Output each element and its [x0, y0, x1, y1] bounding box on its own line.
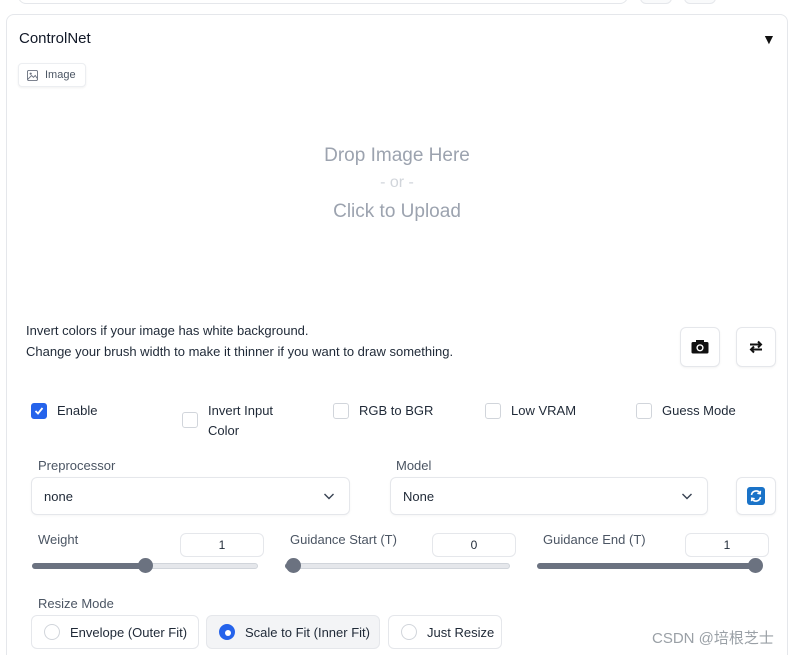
drop-text: Drop Image Here: [324, 145, 470, 166]
enable-checkbox[interactable]: Enable: [31, 401, 97, 421]
swap-button[interactable]: [736, 327, 776, 367]
guess-mode-checkbox[interactable]: Guess Mode: [636, 401, 736, 421]
slider-thumb[interactable]: [286, 558, 301, 573]
guidance-start-label: Guidance Start (T): [290, 532, 397, 547]
resize-option-envelope[interactable]: Envelope (Outer Fit): [31, 615, 199, 649]
radio-icon[interactable]: [401, 624, 417, 640]
resize-mode-label: Resize Mode: [38, 596, 114, 611]
refresh-icon: [747, 487, 765, 505]
radio-icon[interactable]: [44, 624, 60, 640]
tab-image[interactable]: Image: [18, 63, 86, 87]
slider-thumb[interactable]: [138, 558, 153, 573]
watermark-text: CSDN @培根芝士: [652, 630, 774, 647]
weight-input[interactable]: 1: [180, 533, 264, 557]
invert-input-color-label: Invert Input Color: [208, 403, 274, 438]
guidance-end-input[interactable]: 1: [685, 533, 769, 557]
help-line-1: Invert colors if your image has white ba…: [26, 323, 309, 338]
rgb-to-bgr-checkbox[interactable]: RGB to BGR: [333, 401, 433, 421]
drop-or-text: - or -: [380, 174, 414, 191]
refresh-models-button[interactable]: [736, 477, 776, 515]
image-icon: [27, 69, 38, 81]
resize-option-just-resize[interactable]: Just Resize: [388, 615, 502, 649]
resize-option-label: Just Resize: [427, 624, 495, 640]
enable-label: Enable: [57, 403, 98, 418]
camera-icon: [691, 340, 709, 354]
upload-text: Click to Upload: [333, 201, 461, 222]
low-vram-checkbox[interactable]: Low VRAM: [485, 401, 576, 421]
model-select[interactable]: None: [390, 477, 708, 515]
resize-option-label: Envelope (Outer Fit): [70, 624, 188, 640]
slider-track: [285, 563, 510, 569]
weight-slider[interactable]: [32, 558, 258, 573]
slider-fill: [537, 563, 755, 569]
preprocessor-value: none: [44, 488, 73, 504]
chevron-down-icon: [324, 493, 334, 500]
invert-input-color-checkbox[interactable]: Invert Input Color: [182, 401, 292, 441]
resize-option-label: Scale to Fit (Inner Fit): [245, 624, 370, 640]
rgb-to-bgr-label: RGB to BGR: [359, 403, 434, 418]
model-label: Model: [396, 458, 432, 473]
panel-title: ControlNet: [19, 30, 91, 47]
swap-arrows-icon: [749, 340, 763, 354]
top-button-2[interactable]: [684, 0, 716, 4]
preprocessor-label: Preprocessor: [38, 458, 116, 473]
checkbox-icon[interactable]: [636, 403, 652, 419]
resize-option-scale-to-fit[interactable]: Scale to Fit (Inner Fit): [206, 615, 380, 649]
help-text: Invert colors if your image has white ba…: [26, 321, 453, 362]
slider-thumb[interactable]: [748, 558, 763, 573]
slider-fill: [32, 563, 145, 569]
top-button-1[interactable]: [640, 0, 672, 4]
guidance-start-slider[interactable]: [285, 558, 510, 573]
guidance-end-slider[interactable]: [537, 558, 763, 573]
preprocessor-select[interactable]: none: [31, 477, 350, 515]
guidance-start-input[interactable]: 0: [432, 533, 516, 557]
low-vram-label: Low VRAM: [511, 403, 577, 418]
guidance-end-label: Guidance End (T): [543, 532, 646, 547]
radio-selected-icon[interactable]: [219, 624, 235, 640]
tab-image-label: Image: [45, 69, 76, 81]
top-input-remnant[interactable]: [18, 0, 628, 4]
camera-button[interactable]: [680, 327, 720, 367]
checkbox-checked-icon[interactable]: [31, 403, 47, 419]
guess-mode-label: Guess Mode: [662, 403, 736, 418]
chevron-down-icon: [682, 493, 692, 500]
model-value: None: [403, 488, 435, 504]
image-drop-zone[interactable]: Drop Image Here - or - Click to Upload: [7, 90, 787, 310]
collapse-triangle-icon[interactable]: ▼: [762, 31, 776, 47]
checkbox-icon[interactable]: [333, 403, 349, 419]
weight-label: Weight: [38, 532, 79, 547]
help-line-2: Change your brush width to make it thinn…: [26, 343, 454, 359]
checkbox-icon[interactable]: [182, 412, 198, 428]
checkbox-icon[interactable]: [485, 403, 501, 419]
